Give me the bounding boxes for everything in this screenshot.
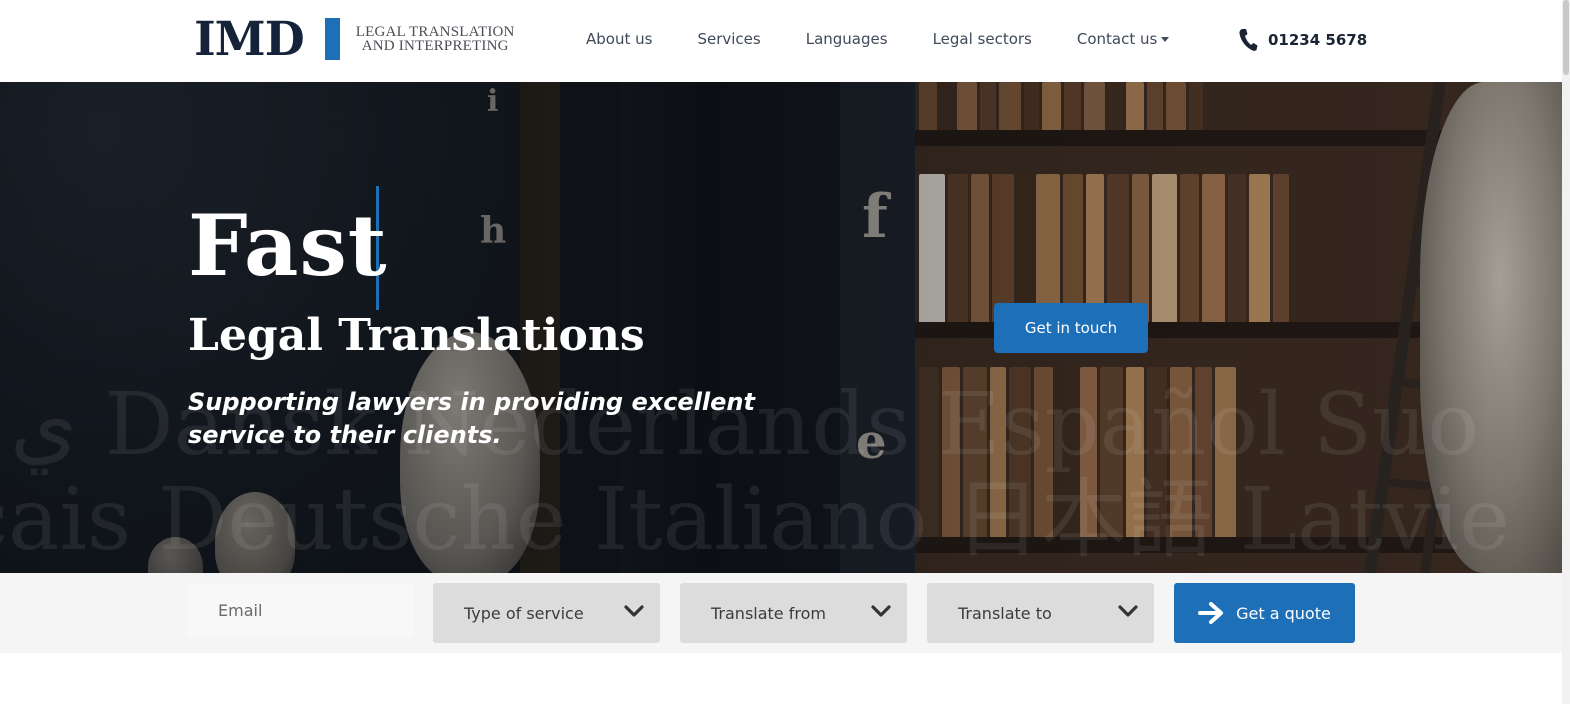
main-nav: About us Services Languages Legal sector… bbox=[586, 30, 1214, 48]
hero-banner: i h f e ي Dansk Nederlands Español Suo ç… bbox=[0, 82, 1562, 573]
service-type-label: Type of service bbox=[464, 603, 584, 623]
chevron-down-icon bbox=[1118, 605, 1138, 617]
arrow-right-icon bbox=[1198, 602, 1224, 624]
hero-subtitle: Legal Translations bbox=[188, 310, 645, 361]
scrollbar-thumb[interactable] bbox=[1563, 0, 1569, 75]
get-a-quote-label: Get a quote bbox=[1236, 603, 1331, 623]
translate-to-label: Translate to bbox=[958, 603, 1052, 623]
language-watermark: çais Deutsche Italiano 日本語 Latvie bbox=[0, 470, 1510, 570]
scrollbar-track[interactable] bbox=[1562, 0, 1570, 704]
get-in-touch-button[interactable]: Get in touch bbox=[994, 303, 1148, 353]
hero-title: Fast bbox=[188, 196, 388, 295]
nav-services[interactable]: Services bbox=[697, 30, 760, 48]
logo-tagline-line1: LEGAL TRANSLATION bbox=[355, 24, 515, 40]
nav-contact-us-label: Contact us bbox=[1076, 30, 1158, 48]
phone-link[interactable]: 01234 5678 bbox=[1238, 28, 1367, 52]
translate-from-label: Translate from bbox=[711, 603, 826, 623]
email-input[interactable] bbox=[188, 583, 414, 637]
logo-accent-bar bbox=[324, 18, 340, 60]
get-a-quote-button[interactable]: Get a quote bbox=[1174, 583, 1355, 643]
site-header: IMD LEGAL TRANSLATION AND INTERPRETING A… bbox=[0, 0, 1570, 82]
logo-mark: IMD bbox=[194, 11, 305, 67]
logo-tagline: LEGAL TRANSLATION AND INTERPRETING bbox=[355, 24, 515, 54]
caret-down-icon bbox=[1161, 37, 1170, 42]
nav-about-us[interactable]: About us bbox=[586, 30, 652, 48]
service-type-select[interactable]: Type of service bbox=[433, 583, 660, 643]
translate-from-select[interactable]: Translate from bbox=[680, 583, 907, 643]
translate-to-select[interactable]: Translate to bbox=[927, 583, 1154, 643]
quote-form: Type of service Translate from Translate… bbox=[0, 573, 1562, 653]
logo[interactable]: IMD LEGAL TRANSLATION AND INTERPRETING bbox=[193, 11, 515, 67]
nav-legal-sectors[interactable]: Legal sectors bbox=[933, 30, 1032, 48]
phone-number: 01234 5678 bbox=[1268, 31, 1368, 49]
chevron-down-icon bbox=[871, 605, 891, 617]
nav-contact-us[interactable]: Contact us bbox=[1076, 30, 1170, 48]
phone-icon bbox=[1239, 29, 1258, 51]
nav-languages[interactable]: Languages bbox=[806, 30, 888, 48]
hero-tagline: Supporting lawyers in providing excellen… bbox=[188, 388, 755, 449]
chevron-down-icon bbox=[624, 605, 644, 617]
logo-tagline-line2: AND INTERPRETING bbox=[361, 38, 509, 54]
